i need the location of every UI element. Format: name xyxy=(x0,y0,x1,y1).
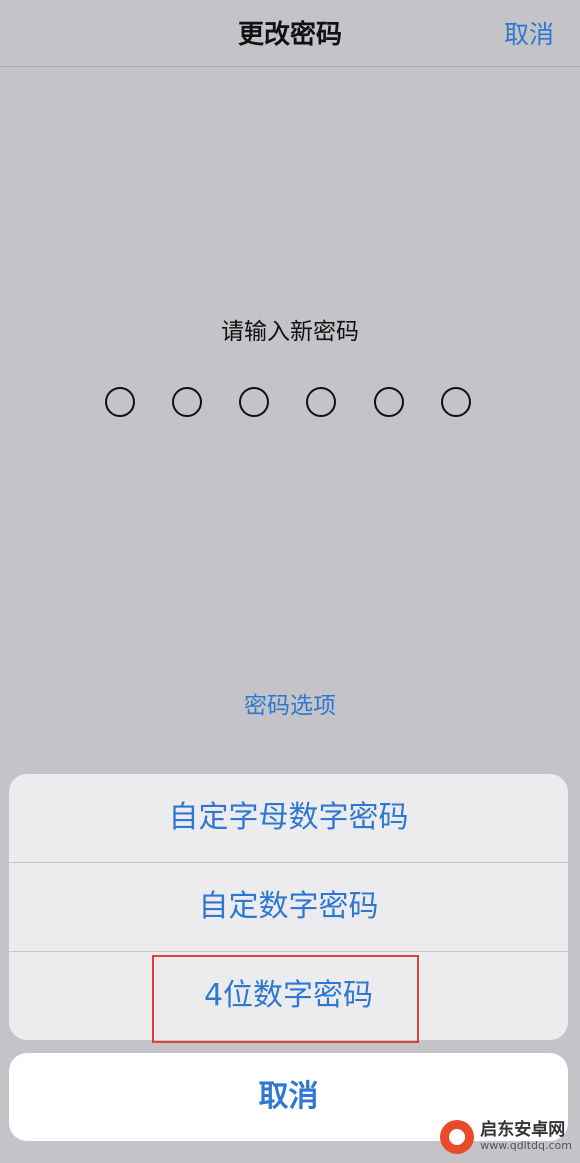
navigation-bar: 更改密码 取消 xyxy=(0,0,580,67)
passcode-options-link[interactable]: 密码选项 xyxy=(0,686,580,720)
passcode-dot xyxy=(441,387,471,417)
option-custom-alphanumeric[interactable]: 自定字母数字密码 xyxy=(9,774,568,862)
passcode-dots xyxy=(105,387,475,419)
passcode-dot xyxy=(239,387,269,417)
watermark-url: www.qdltdq.com xyxy=(480,1139,572,1153)
watermark: 启东安卓网 www.qdltdq.com xyxy=(440,1117,572,1157)
passcode-dot xyxy=(306,387,336,417)
passcode-prompt: 请输入新密码 xyxy=(221,319,359,345)
watermark-name: 启东安卓网 xyxy=(480,1120,566,1141)
cancel-nav-button[interactable]: 取消 xyxy=(504,15,554,51)
watermark-logo-icon xyxy=(440,1120,475,1154)
passcode-dot xyxy=(374,387,404,417)
page-title: 更改密码 xyxy=(237,20,342,50)
passcode-dot xyxy=(172,387,202,417)
highlight-box xyxy=(152,955,419,1043)
option-custom-numeric[interactable]: 自定数字密码 xyxy=(9,863,568,951)
passcode-dot xyxy=(105,387,135,417)
